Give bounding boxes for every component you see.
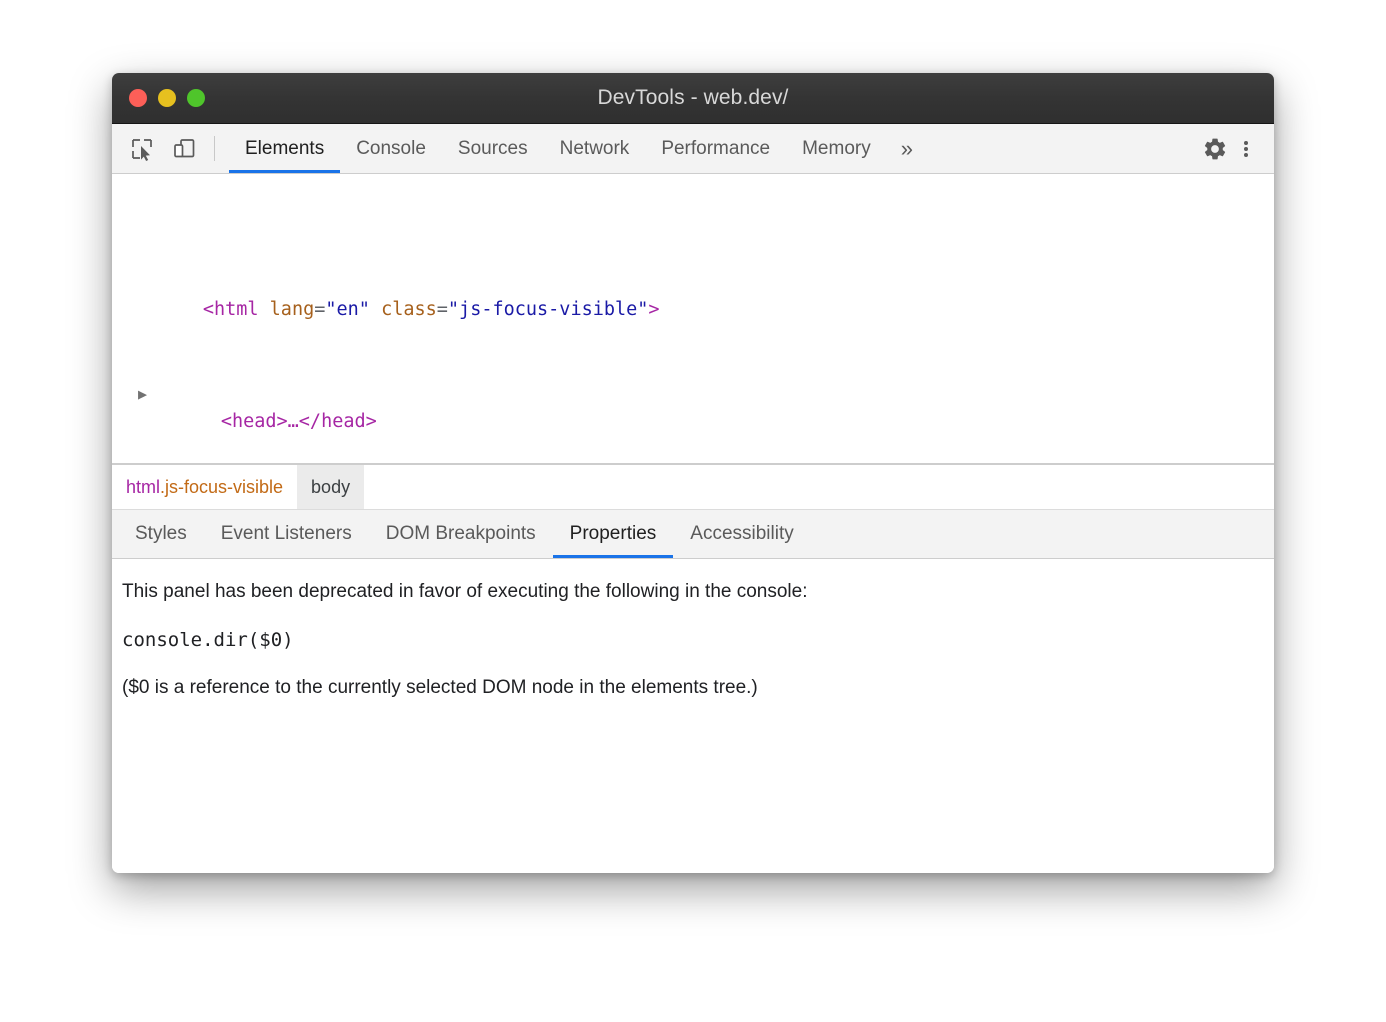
tab-properties-label: Properties [570, 523, 657, 545]
tab-performance-label: Performance [661, 138, 770, 160]
tab-elements[interactable]: Elements [229, 124, 340, 173]
dom-tree-panel[interactable]: <html lang="en" class="js-focus-visible"… [112, 174, 1274, 463]
maximize-window-button[interactable] [187, 89, 205, 107]
tab-memory[interactable]: Memory [786, 124, 887, 173]
panel-tabs: Elements Console Sources Network Perform… [229, 124, 927, 173]
close-window-button[interactable] [129, 89, 147, 107]
breadcrumb-item-html[interactable]: html.js-focus-visible [112, 465, 297, 509]
tab-elements-label: Elements [245, 138, 324, 160]
minimize-window-button[interactable] [158, 89, 176, 107]
tab-performance[interactable]: Performance [645, 124, 786, 173]
html-lang-attr-name: lang [270, 299, 315, 320]
html-class-attr-name: class [381, 299, 437, 320]
tab-sources-label: Sources [458, 138, 528, 160]
deprecation-notice: This panel has been deprecated in favor … [122, 581, 1274, 603]
breadcrumb-html-tag: html [126, 477, 160, 498]
html-class-attr-value: "js-focus-visible" [448, 299, 648, 320]
tab-event-listeners[interactable]: Event Listeners [204, 510, 369, 558]
reference-note: ($0 is a reference to the currently sele… [122, 677, 1274, 699]
tab-properties[interactable]: Properties [553, 510, 674, 558]
dom-line-doctype [112, 184, 1274, 268]
window-title: DevTools - web.dev/ [112, 86, 1274, 110]
console-command-text: console.dir($0) [122, 629, 1274, 651]
gear-icon[interactable] [1198, 132, 1232, 166]
tab-event-listeners-label: Event Listeners [221, 523, 352, 545]
tab-accessibility[interactable]: Accessibility [673, 510, 810, 558]
toolbar-left-icons [112, 124, 198, 173]
more-tabs-chevron-icon[interactable]: » [887, 124, 927, 173]
devtools-window: DevTools - web.dev/ Elements [112, 73, 1274, 873]
head-expand-triangle-icon[interactable]: ▶ [138, 380, 147, 408]
tab-styles[interactable]: Styles [118, 510, 204, 558]
breadcrumb-body-tag: body [311, 477, 350, 498]
dom-line-head[interactable]: ▶ <head>…</head> [112, 352, 1274, 463]
tab-console-label: Console [356, 138, 426, 160]
breadcrumb-html-class: .js-focus-visible [160, 477, 283, 498]
html-tag: <html [203, 299, 259, 320]
dom-line-html-open[interactable]: <html lang="en" class="js-focus-visible"… [112, 268, 1274, 352]
html-lang-attr-value: "en" [325, 299, 370, 320]
tab-accessibility-label: Accessibility [690, 523, 793, 545]
kebab-menu-icon[interactable] [1232, 132, 1260, 166]
toolbar-right-icons [1169, 124, 1274, 173]
breadcrumb: html.js-focus-visible body [112, 465, 1274, 510]
tab-dom-breakpoints[interactable]: DOM Breakpoints [369, 510, 553, 558]
device-toolbar-icon[interactable] [170, 135, 198, 163]
tab-sources[interactable]: Sources [442, 124, 544, 173]
tab-memory-label: Memory [802, 138, 871, 160]
tab-console[interactable]: Console [340, 124, 442, 173]
properties-panel-content: This panel has been deprecated in favor … [112, 559, 1274, 873]
toolbar-divider [214, 136, 215, 161]
tab-styles-label: Styles [135, 523, 187, 545]
head-line-text: <head>…</head> [221, 411, 377, 432]
inspect-element-icon[interactable] [128, 135, 156, 163]
window-controls [129, 89, 205, 107]
tab-network[interactable]: Network [544, 124, 646, 173]
tab-network-label: Network [560, 138, 630, 160]
element-sidebar-tabs: Styles Event Listeners DOM Breakpoints P… [112, 510, 1274, 559]
html-tag-close-bracket: > [648, 299, 659, 320]
window-titlebar: DevTools - web.dev/ [112, 73, 1274, 124]
breadcrumb-item-body[interactable]: body [297, 465, 364, 509]
tab-dom-breakpoints-label: DOM Breakpoints [386, 523, 536, 545]
devtools-main-toolbar: Elements Console Sources Network Perform… [112, 124, 1274, 174]
